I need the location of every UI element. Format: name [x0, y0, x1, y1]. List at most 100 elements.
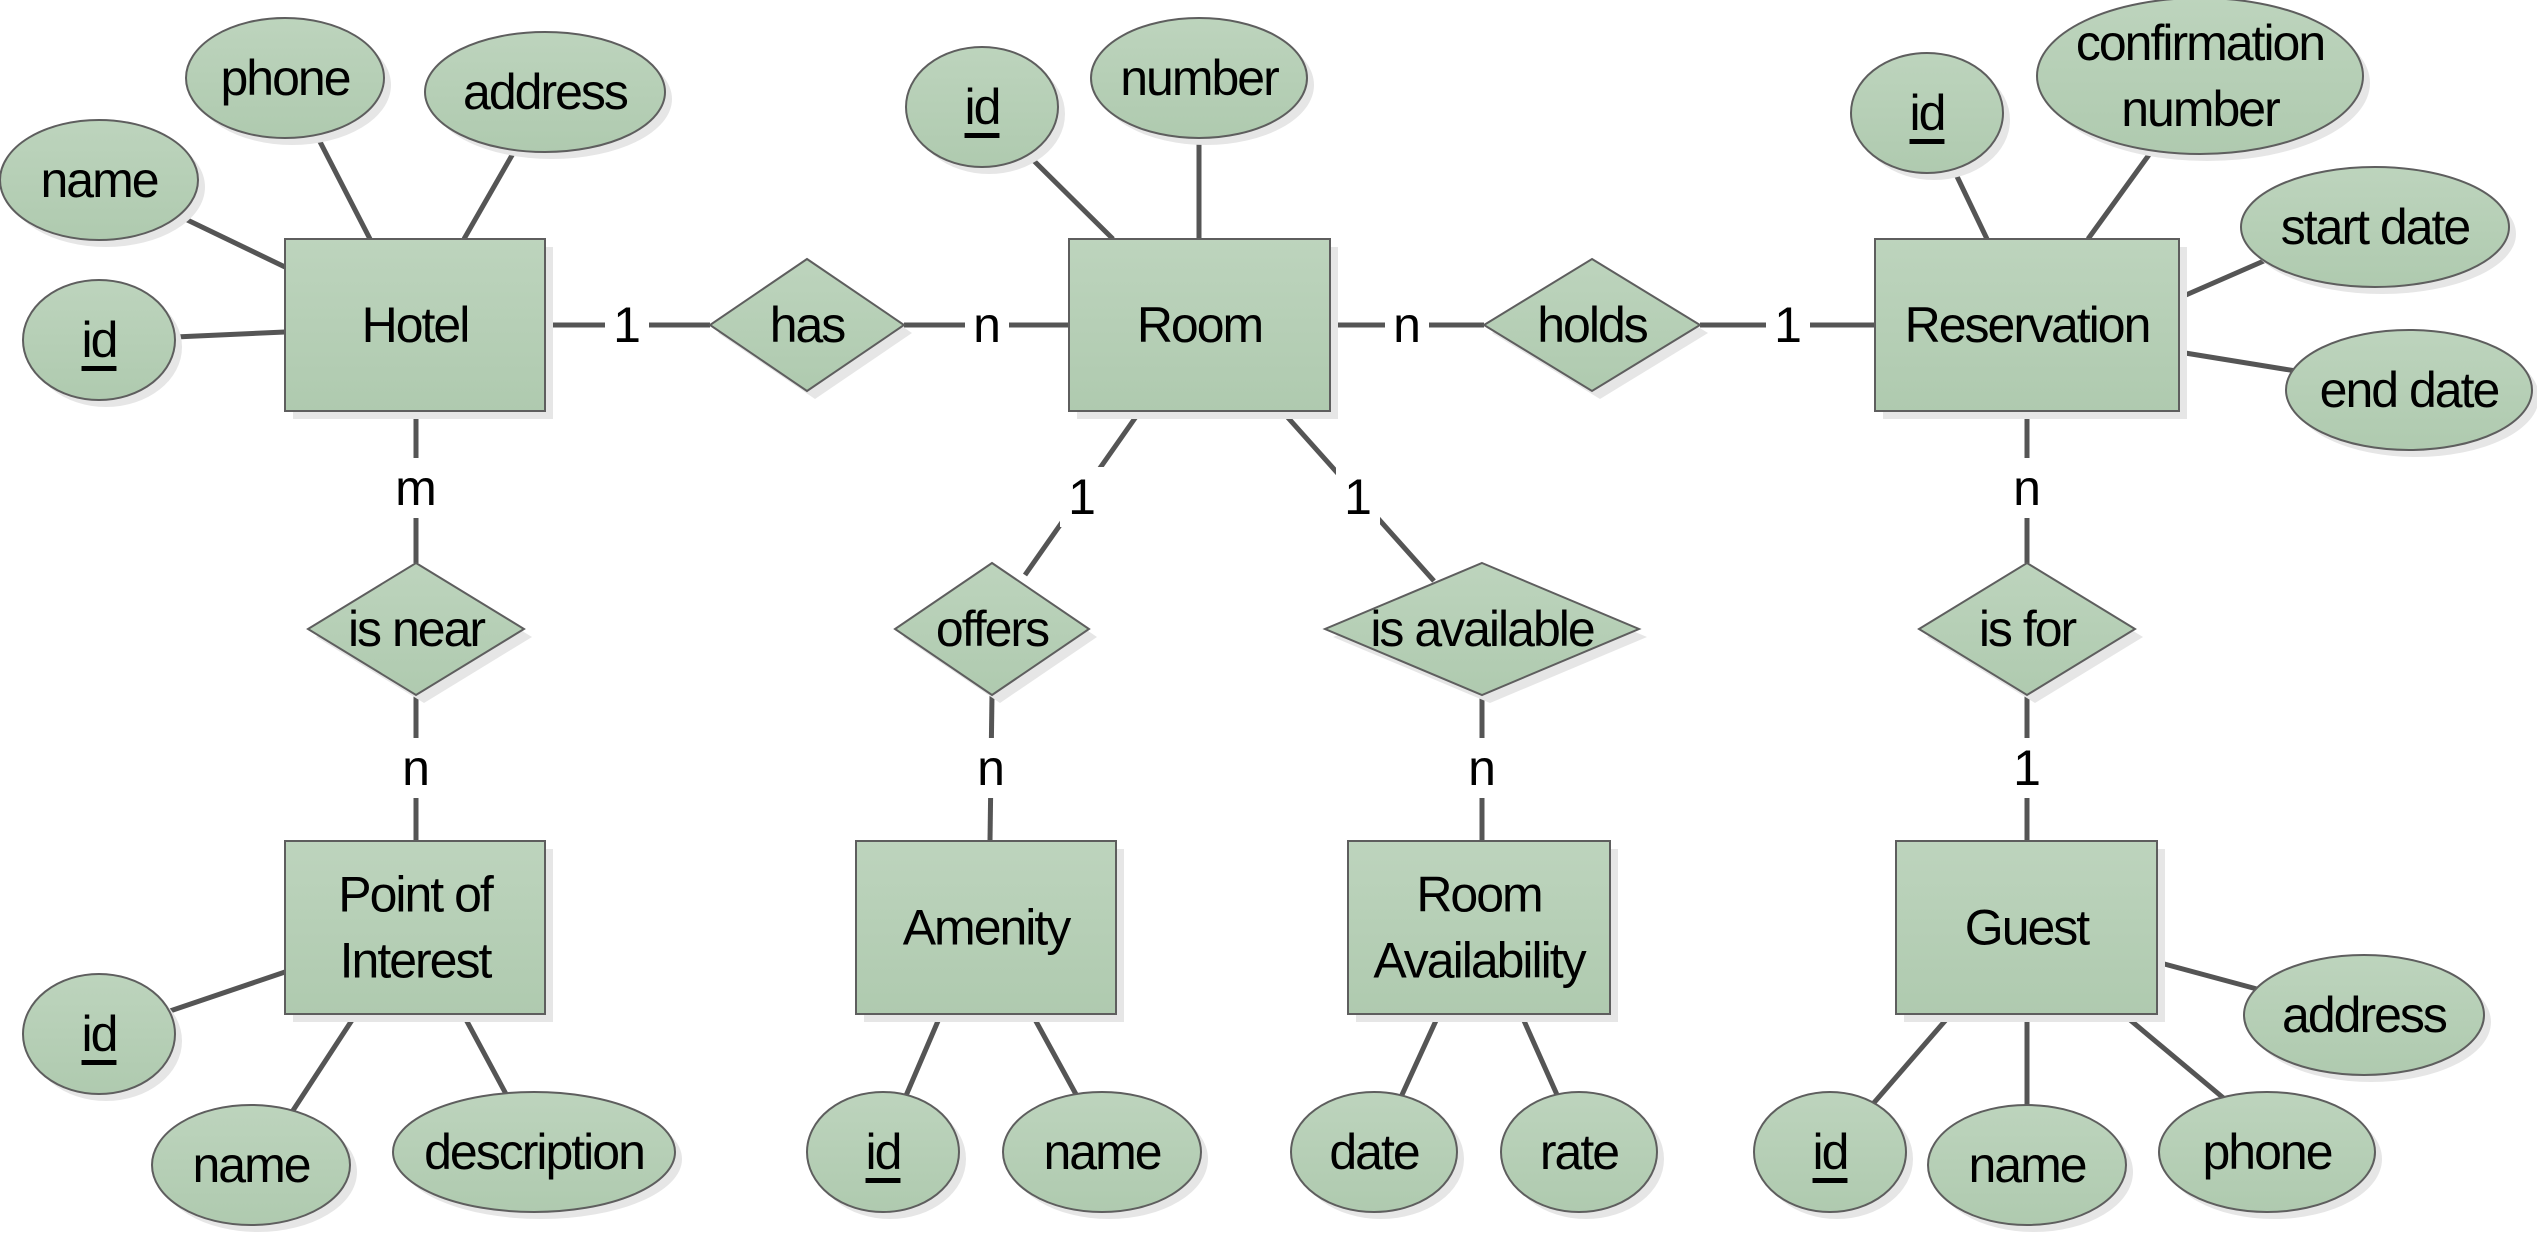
attribute-connector [2085, 150, 2154, 241]
attribute-label: name [192, 1137, 309, 1193]
relationship-label: is for [1979, 601, 2077, 657]
cardinality-label: n [973, 297, 1001, 353]
attribute-label: rate [1540, 1124, 1618, 1180]
attribute-res-conf[interactable]: confirmation number [2036, 0, 2370, 161]
attribute-label: number [1120, 50, 1279, 106]
attribute-res-start[interactable]: start date [2240, 166, 2516, 294]
entity-label: Availability [1373, 933, 1586, 989]
attribute-res-end[interactable]: end date [2285, 329, 2537, 457]
key-attribute-label: id [1813, 1124, 1848, 1180]
relationship-label: is available [1370, 601, 1594, 657]
entity-guest[interactable]: Guest [1895, 840, 2165, 1022]
attribute-ra-date[interactable]: date [1290, 1091, 1464, 1219]
attribute-connector [2178, 349, 2297, 374]
attribute-connector [461, 148, 518, 241]
attribute-label: address [463, 64, 628, 120]
attribute-connector [902, 1013, 944, 1099]
relationship-label: holds [1537, 297, 1648, 353]
attribute-guest-id[interactable]: id [1753, 1091, 1913, 1219]
attribute-hotel-phone[interactable]: phone [185, 17, 391, 145]
entity-label: Room [1416, 867, 1541, 923]
attribute-label: number [2121, 81, 2280, 137]
attribute-amenity-name[interactable]: name [1002, 1091, 1208, 1219]
entity-poi[interactable]: Point of Interest [284, 840, 553, 1022]
attribute-connector [460, 1012, 509, 1096]
attribute-room-number[interactable]: number [1090, 17, 1314, 145]
attribute-connector [169, 969, 286, 1014]
attribute-poi-id[interactable]: id [22, 973, 182, 1101]
cardinality-label: m [395, 460, 437, 516]
key-attribute-label: id [82, 1006, 117, 1062]
relationship-label: has [770, 297, 846, 353]
entity-label: Guest [1965, 900, 2091, 956]
attribute-guest-phone[interactable]: phone [2158, 1091, 2382, 1219]
attribute-connector [1518, 1012, 1561, 1099]
attribute-label: date [1329, 1124, 1419, 1180]
nodes-layer: Hotel Room Reservation Point of Interest Amen… [0, 0, 2537, 1232]
attribute-label: name [40, 152, 157, 208]
attribute-connector [2177, 257, 2268, 301]
attribute-label: phone [220, 50, 349, 106]
entity-hotel[interactable]: Hotel [284, 238, 553, 419]
attribute-label: start date [2281, 199, 2470, 255]
attribute-label: description [424, 1124, 644, 1180]
attribute-ra-rate[interactable]: rate [1500, 1091, 1664, 1219]
attribute-label: name [1968, 1137, 2085, 1193]
attribute-hotel-name[interactable]: name [0, 119, 205, 247]
attribute-label: end date [2320, 362, 2499, 418]
entity-label: Hotel [362, 297, 469, 353]
attribute-label: phone [2202, 1124, 2331, 1180]
entity-label: Interest [340, 933, 493, 989]
attribute-connector [1870, 1012, 1953, 1107]
attribute-connector [2121, 1012, 2229, 1103]
attribute-connector [289, 1012, 359, 1114]
cardinality-label: n [977, 740, 1005, 796]
relationship-isfor[interactable]: is for [1917, 561, 2143, 703]
attribute-connector [313, 132, 373, 241]
attribute-res-id[interactable]: id [1850, 52, 2010, 180]
entity-amenity[interactable]: Amenity [855, 840, 1124, 1022]
relationship-has[interactable]: has [708, 257, 912, 399]
key-attribute-label: id [866, 1124, 901, 1180]
attribute-connector [2156, 959, 2269, 995]
attribute-poi-desc[interactable]: description [392, 1091, 682, 1219]
cardinality-label: 1 [1344, 469, 1372, 525]
attribute-poi-name[interactable]: name [151, 1104, 357, 1232]
attribute-hotel-address[interactable]: address [424, 31, 672, 159]
er-diagram: Hotel Room Reservation Point of Interest Amen… [0, 0, 2537, 1232]
cardinality-label: 1 [613, 297, 641, 353]
cardinality-label: n [1393, 297, 1421, 353]
attribute-connector [175, 212, 287, 270]
entity-room[interactable]: Room [1068, 238, 1338, 419]
entity-label: Point of [338, 867, 494, 923]
attribute-connector [1025, 152, 1115, 241]
attribute-hotel-id[interactable]: id [22, 279, 182, 407]
attribute-connector [1398, 1012, 1442, 1099]
attribute-connector [1029, 1012, 1081, 1100]
relationship-label: is near [348, 601, 485, 657]
attribute-connector [174, 329, 286, 340]
cardinality-label: 1 [2013, 740, 2041, 796]
relationship-isavailable[interactable]: is available [1322, 561, 1647, 703]
attribute-room-id[interactable]: id [905, 46, 1065, 174]
attribute-label: confirmation [2076, 15, 2324, 71]
relationship-holds[interactable]: holds [1482, 257, 1708, 399]
cardinality-label: n [2013, 460, 2041, 516]
key-attribute-label: id [82, 312, 117, 368]
cardinality-label: 1 [1774, 297, 1802, 353]
entity-reservation[interactable]: Reservation [1874, 238, 2187, 419]
cardinality-label: 1 [1068, 469, 1096, 525]
attribute-guest-address[interactable]: address [2243, 954, 2491, 1082]
cardinality-label: n [1468, 740, 1496, 796]
relationship-label: offers [936, 601, 1049, 657]
attribute-amenity-id[interactable]: id [806, 1091, 966, 1219]
entity-label: Reservation [1905, 297, 2150, 353]
entity-label: Room [1137, 297, 1262, 353]
relationship-isnear[interactable]: is near [306, 561, 532, 703]
cardinality-label: n [402, 740, 430, 796]
entity-label: Amenity [903, 900, 1072, 956]
attribute-guest-name[interactable]: name [1927, 1104, 2133, 1232]
entity-roomavail[interactable]: Room Availability [1347, 840, 1618, 1022]
relationship-offers[interactable]: offers [893, 561, 1097, 703]
attribute-label: name [1043, 1124, 1160, 1180]
